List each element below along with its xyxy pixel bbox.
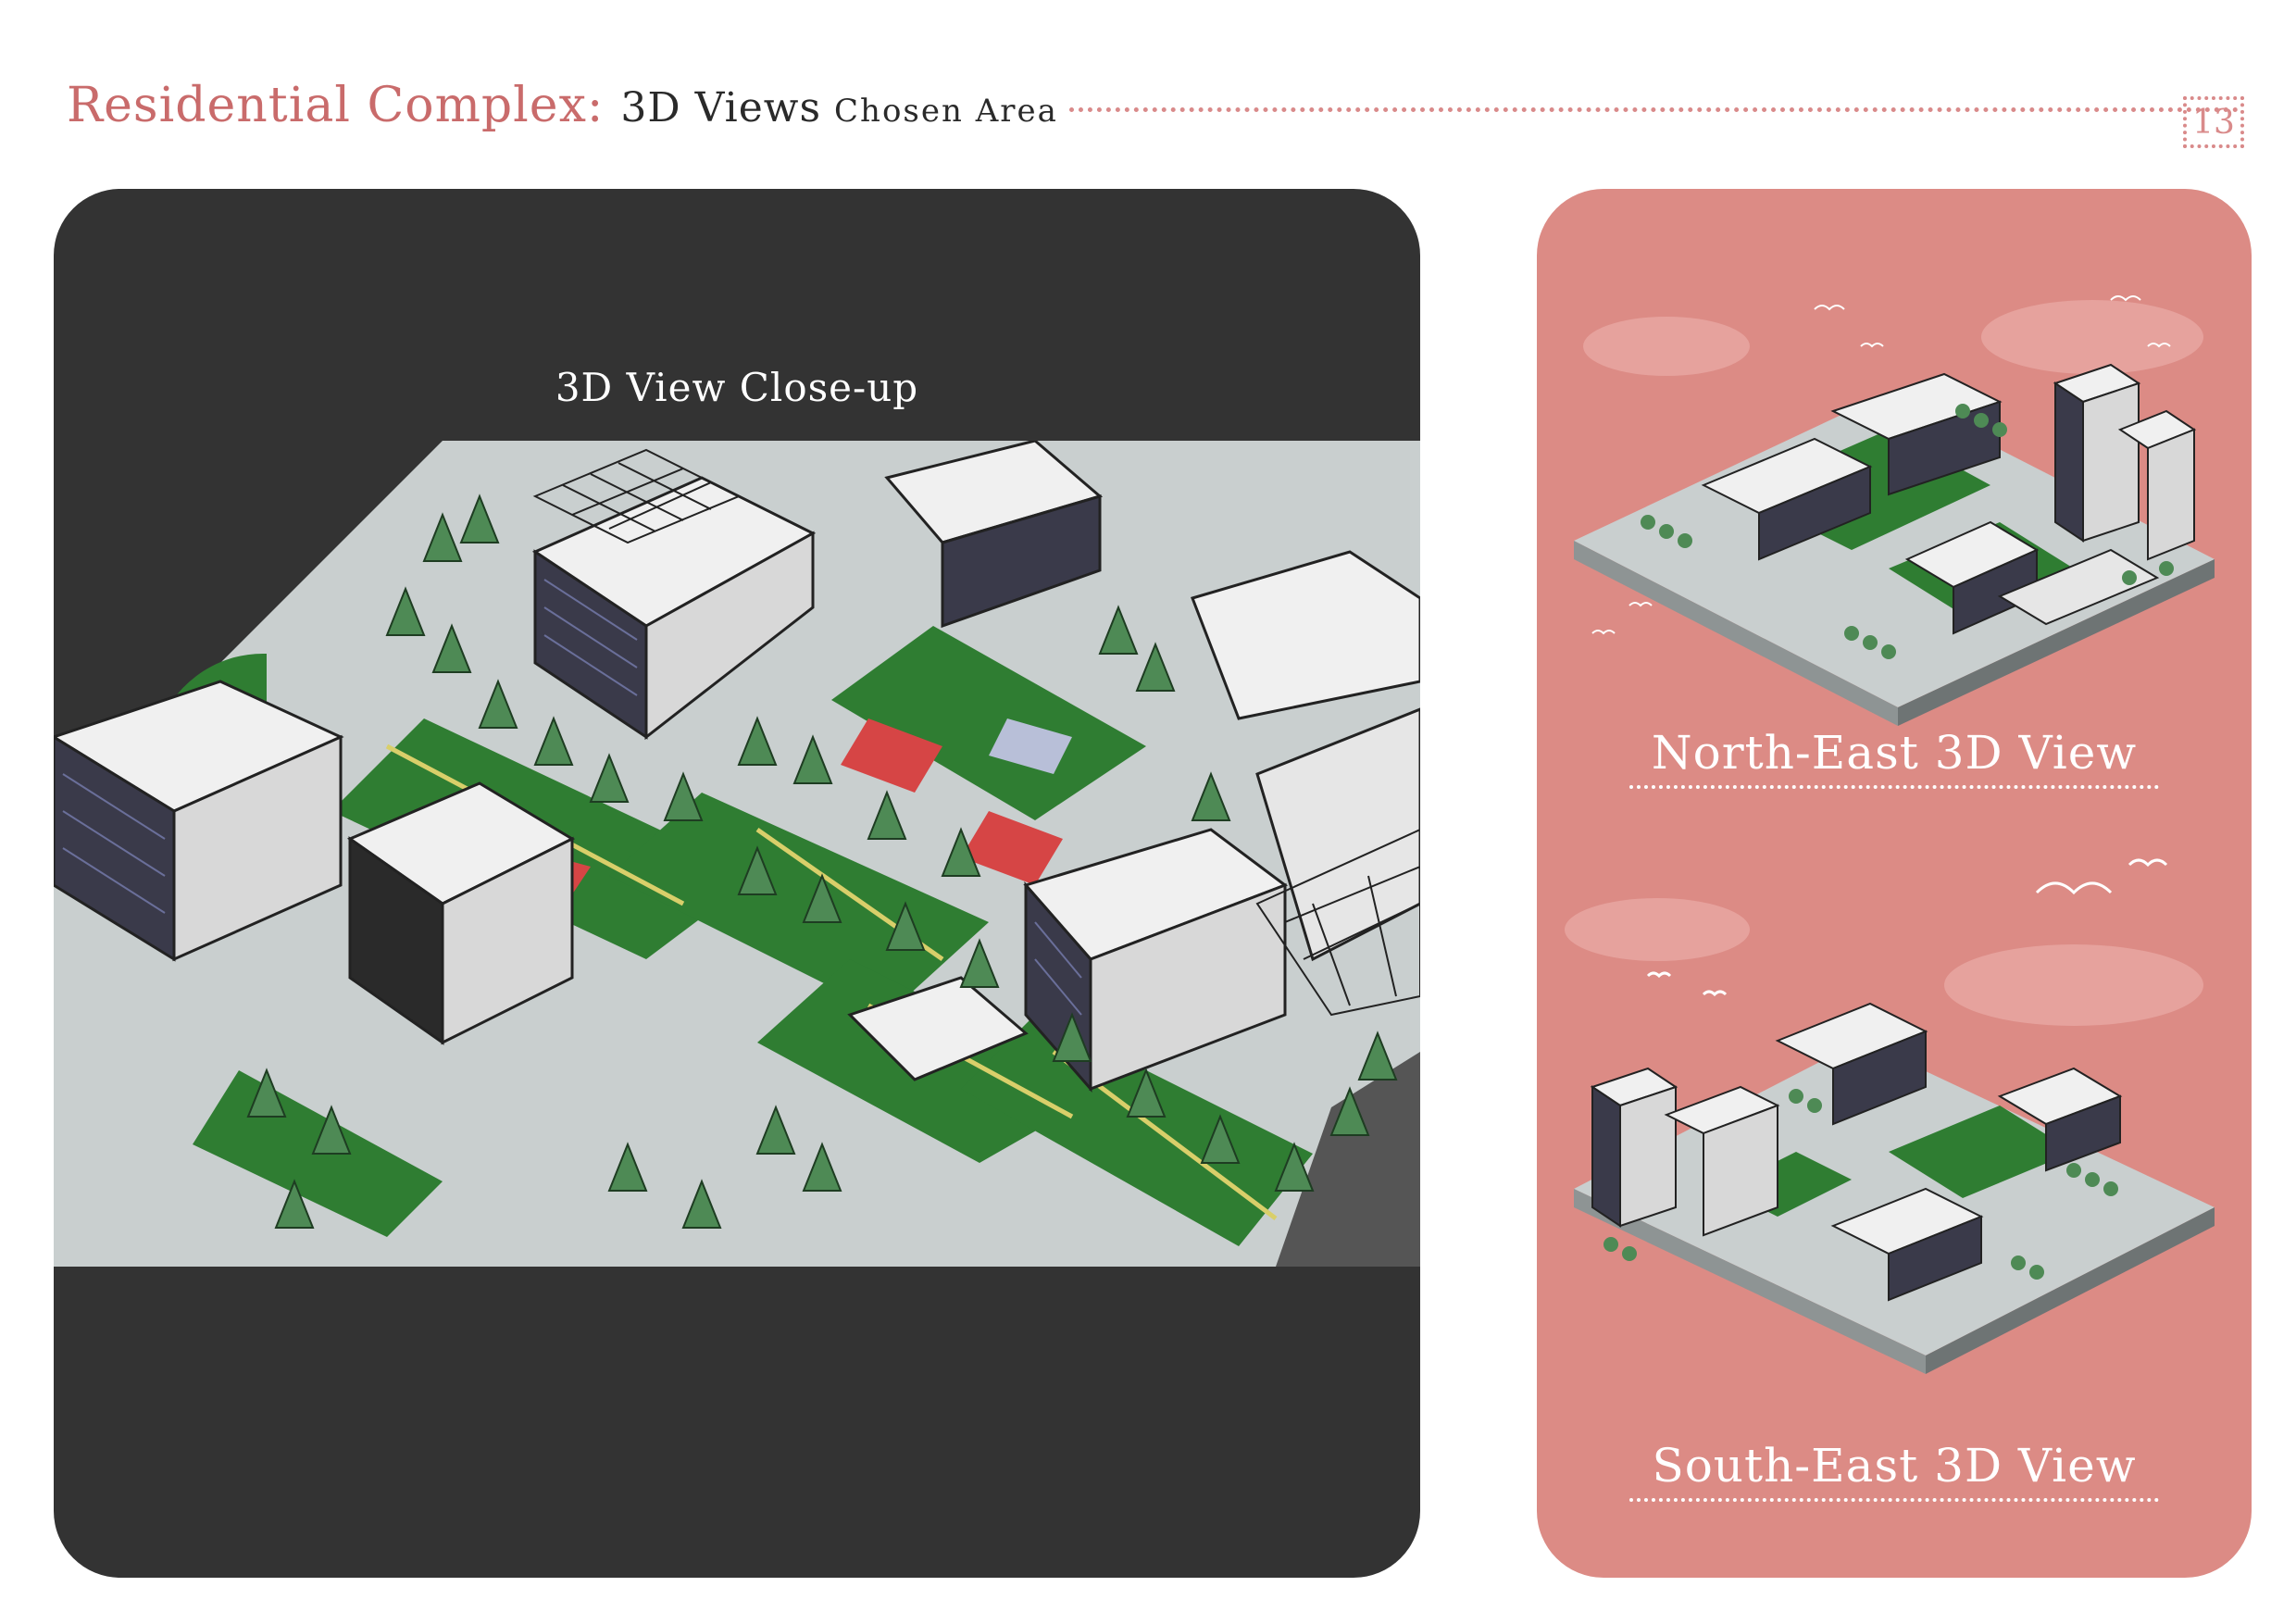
closeup-3d-image	[54, 441, 1420, 1267]
page-subtitle: 3D Views	[620, 84, 822, 131]
header-dotted-rule	[1068, 107, 2239, 112]
south-east-view-label: South-East 3D View	[1629, 1439, 2159, 1502]
page-title: Residential Complex:	[67, 78, 605, 133]
page-subtitle-detail: Chosen Area	[834, 93, 1058, 130]
south-east-3d-image	[1565, 858, 2215, 1374]
closeup-title: 3D View Close-up	[555, 365, 919, 410]
page-number: 13	[2183, 96, 2244, 148]
closeup-panel: 3D View Close-up	[54, 189, 1420, 1578]
north-east-view-label: North-East 3D View	[1628, 726, 2160, 789]
page-header: Residential Complex: 3D Views Chosen Are…	[67, 78, 2252, 143]
south-east-view-caption: South-East 3D View	[1537, 1439, 2252, 1502]
north-east-3d-image	[1574, 295, 2215, 726]
exterior-views-panel: North-East 3D View South-East 3D View	[1537, 189, 2252, 1578]
north-east-view-caption: North-East 3D View	[1537, 726, 2252, 789]
